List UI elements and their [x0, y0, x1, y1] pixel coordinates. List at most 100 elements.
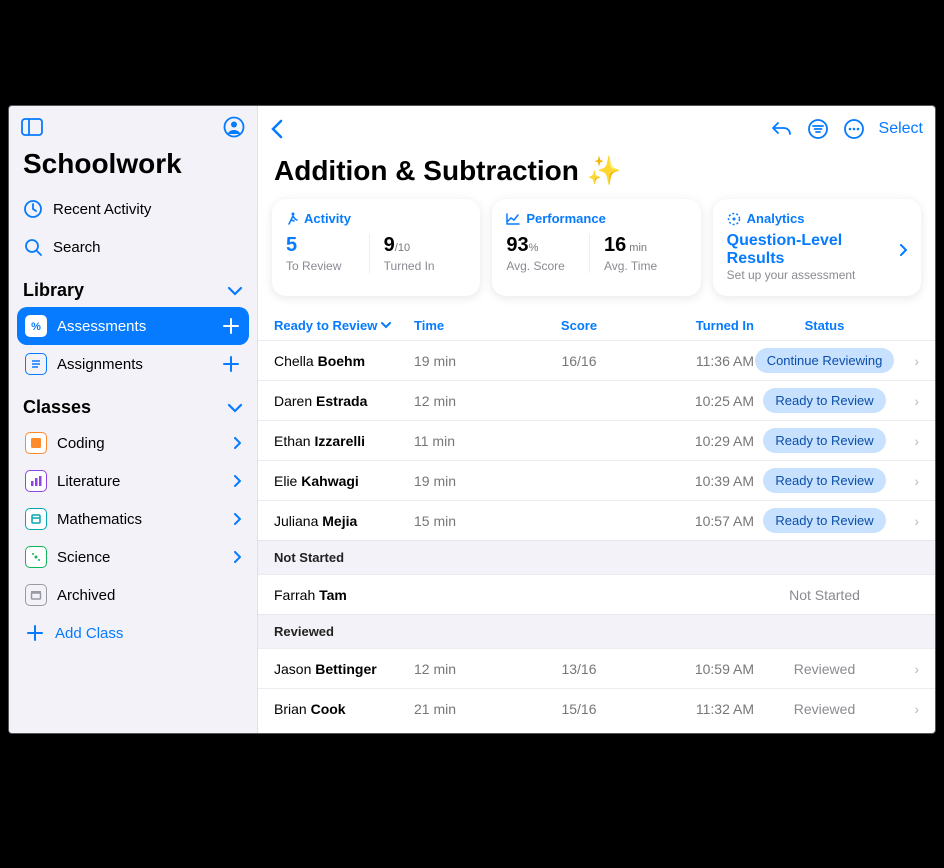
chevron-right-icon — [899, 244, 907, 256]
sidebar-item-assessments[interactable]: % Assessments — [17, 307, 249, 345]
status-badge[interactable]: Ready to Review — [763, 388, 885, 413]
table-row[interactable]: Farrah Tam Not Started — [258, 574, 935, 614]
avg-time-label: Avg. Time — [604, 259, 687, 273]
back-button[interactable] — [270, 119, 284, 139]
add-assignment-button[interactable] — [221, 354, 241, 374]
status-badge[interactable]: Ready to Review — [763, 428, 885, 453]
app-title: Schoolwork — [9, 142, 257, 190]
column-ready-to-review[interactable]: Ready to Review — [274, 318, 414, 333]
status-text: Not Started — [754, 587, 895, 603]
search-icon — [23, 237, 43, 257]
chevron-right-icon: › — [895, 433, 919, 449]
archive-icon — [25, 584, 47, 606]
avg-score-value: 93 — [506, 234, 528, 256]
svg-text:%: % — [31, 321, 41, 333]
chevron-right-icon: › — [895, 393, 919, 409]
chevron-right-icon — [233, 475, 241, 487]
card-analytics[interactable]: Analytics Question-Level Results Set up … — [713, 199, 921, 296]
chevron-right-icon — [233, 551, 241, 563]
sidebar-add-class[interactable]: Add Class — [17, 614, 249, 652]
more-button[interactable] — [843, 118, 865, 140]
status-text: Reviewed — [754, 661, 895, 677]
toolbar: Select — [258, 106, 935, 148]
sidebar-item-label: Recent Activity — [53, 201, 151, 218]
card-performance[interactable]: Performance 93% Avg. Score 16 min Avg. T… — [492, 199, 700, 296]
walk-icon — [286, 212, 298, 226]
filter-button[interactable] — [807, 118, 829, 140]
table-row[interactable]: Juliana Mejia 15 min 10:57 AM Ready to R… — [258, 500, 935, 540]
table-row[interactable]: Jason Bettinger 12 min 13/16 10:59 AM Re… — [258, 648, 935, 688]
target-icon — [727, 212, 741, 226]
sidebar-section-classes[interactable]: Classes — [9, 383, 257, 424]
table-row[interactable]: Daren Estrada 12 min 10:25 AM Ready to R… — [258, 380, 935, 420]
status-badge[interactable]: Ready to Review — [763, 508, 885, 533]
profile-icon[interactable] — [223, 116, 245, 138]
calc-icon — [25, 508, 47, 530]
panel-toggle-icon[interactable] — [21, 116, 43, 138]
table-row[interactable]: Brian Cook 21 min 15/16 11:32 AM Reviewe… — [258, 688, 935, 728]
main-area: Select Addition & Subtraction ✨ Activity… — [258, 106, 935, 733]
avg-time-value: 16 — [604, 234, 626, 256]
chart-icon — [506, 213, 520, 225]
analytics-subtitle: Set up your assessment — [727, 268, 907, 282]
select-button[interactable]: Select — [879, 120, 923, 138]
sidebar-recent-activity[interactable]: Recent Activity — [9, 190, 257, 228]
section-reviewed: Reviewed — [258, 614, 935, 648]
app-window: Schoolwork Recent Activity Search Librar… — [8, 105, 936, 734]
sidebar-section-library[interactable]: Library — [9, 266, 257, 307]
sidebar-item-label: Literature — [57, 473, 120, 490]
sidebar-search[interactable]: Search — [9, 228, 257, 266]
column-status[interactable]: Status — [754, 318, 895, 333]
status-badge[interactable]: Ready to Review — [763, 468, 885, 493]
sidebar-item-archived[interactable]: Archived — [17, 576, 249, 614]
chevron-down-icon — [227, 286, 243, 296]
bars-icon — [25, 470, 47, 492]
status-badge[interactable]: Continue Reviewing — [755, 348, 895, 373]
sidebar-item-label: Add Class — [55, 625, 123, 642]
chevron-right-icon: › — [895, 701, 919, 717]
column-time[interactable]: Time — [414, 318, 524, 333]
table-header: Ready to Review Time Score Turned In Sta… — [258, 310, 935, 340]
column-turned-in[interactable]: Turned In — [634, 318, 754, 333]
chevron-right-icon: › — [895, 353, 919, 369]
sidebar: Schoolwork Recent Activity Search Librar… — [9, 106, 258, 733]
sidebar-item-label: Science — [57, 549, 110, 566]
sidebar-item-coding[interactable]: Coding — [17, 424, 249, 462]
section-not-started: Not Started — [258, 540, 935, 574]
to-review-value: 5 — [286, 234, 297, 256]
turned-in-label: Turned In — [384, 259, 467, 273]
chevron-right-icon — [233, 513, 241, 525]
code-icon — [25, 432, 47, 454]
status-text: Reviewed — [754, 701, 895, 717]
sidebar-item-mathematics[interactable]: Mathematics — [17, 500, 249, 538]
students-table: Ready to Review Time Score Turned In Sta… — [258, 310, 935, 733]
sidebar-item-label: Assessments — [57, 318, 146, 335]
analytics-title: Question-Level Results — [727, 232, 899, 268]
table-row[interactable]: Ethan Izzarelli 11 min 10:29 AM Ready to… — [258, 420, 935, 460]
chevron-right-icon: › — [895, 513, 919, 529]
sidebar-item-assignments[interactable]: Assignments — [17, 345, 249, 383]
atom-icon — [25, 546, 47, 568]
avg-score-label: Avg. Score — [506, 259, 589, 273]
undo-button[interactable] — [771, 120, 793, 138]
sidebar-item-label: Assignments — [57, 356, 143, 373]
page-title: Addition & Subtraction ✨ — [258, 148, 935, 199]
sidebar-item-science[interactable]: Science — [17, 538, 249, 576]
table-row[interactable]: Elie Kahwagi 19 min 10:39 AM Ready to Re… — [258, 460, 935, 500]
card-activity[interactable]: Activity 5 To Review 9/10 Turned In — [272, 199, 480, 296]
turned-in-value: 9 — [384, 234, 395, 256]
column-score[interactable]: Score — [524, 318, 634, 333]
doc-list-icon — [25, 353, 47, 375]
plus-icon — [25, 623, 45, 643]
table-row[interactable]: Chella Boehm 19 min 16/16 11:36 AM Conti… — [258, 340, 935, 380]
chevron-right-icon: › — [895, 473, 919, 489]
sidebar-item-label: Mathematics — [57, 511, 142, 528]
chevron-right-icon — [233, 437, 241, 449]
clock-icon — [23, 199, 43, 219]
sidebar-item-label: Search — [53, 239, 101, 256]
chevron-down-icon — [227, 403, 243, 413]
add-assessment-button[interactable] — [221, 316, 241, 336]
sidebar-item-literature[interactable]: Literature — [17, 462, 249, 500]
sidebar-item-label: Coding — [57, 435, 105, 452]
sidebar-item-label: Archived — [57, 587, 115, 604]
